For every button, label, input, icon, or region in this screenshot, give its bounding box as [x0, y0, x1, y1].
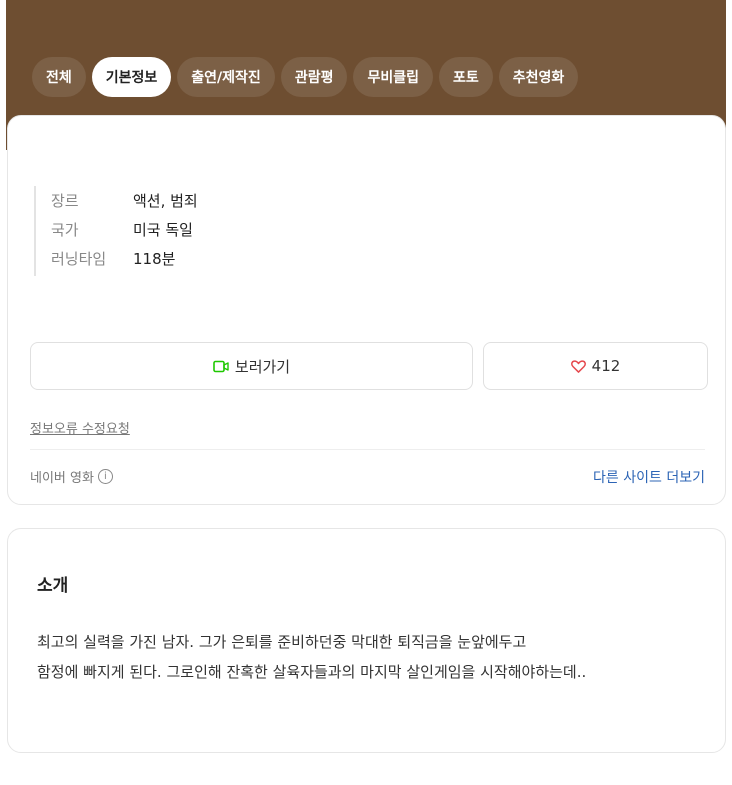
tab-recommended[interactable]: 추천영화: [498, 57, 579, 97]
other-sites-link[interactable]: 다른 사이트 더보기: [593, 467, 705, 487]
intro-text: 최고의 실력을 가진 남자. 그가 은퇴를 준비하던중 막대한 퇴직금을 눈앞에…: [37, 633, 587, 681]
info-icon[interactable]: i: [97, 469, 113, 484]
meta-row-genre: 장르 액션, 범죄: [51, 186, 198, 215]
like-count: 412: [591, 357, 621, 375]
movie-meta-list: 장르 액션, 범죄 국가 미국 독일 러닝타임 118분: [34, 186, 198, 276]
tab-reviews[interactable]: 관람평: [280, 57, 348, 97]
runtime-label: 러닝타임: [51, 250, 107, 268]
intro-title: 소개: [37, 576, 69, 596]
genre-value: 액션, 범죄: [133, 192, 198, 210]
meta-row-country: 국가 미국 독일: [51, 215, 198, 244]
tab-photos[interactable]: 포토: [438, 57, 493, 97]
tab-bar: 전체 기본정보 출연/제작진 관람평 무비클립 포토 추천영화: [32, 57, 579, 97]
tab-cast-crew[interactable]: 출연/제작진: [177, 57, 275, 97]
country-value: 미국 독일: [133, 221, 193, 239]
watch-button[interactable]: 보러가기: [30, 342, 473, 390]
heart-outline-icon: [570, 359, 586, 373]
video-camera-icon: [213, 360, 229, 373]
tab-all[interactable]: 전체: [32, 57, 86, 97]
source-name: 네이버 영화: [30, 471, 94, 486]
source-credit: 네이버 영화 i: [30, 467, 113, 486]
divider: [30, 449, 705, 450]
meta-row-runtime: 러닝타임 118분: [51, 244, 198, 273]
tab-basic-info[interactable]: 기본정보: [91, 57, 172, 97]
tab-movie-clips[interactable]: 무비클립: [353, 57, 433, 97]
basic-info-card: 장르 액션, 범죄 국가 미국 독일 러닝타임 118분 보러가기 412 정보…: [7, 115, 726, 505]
runtime-value: 118분: [133, 250, 176, 268]
intro-card: 소개 최고의 실력을 가진 남자. 그가 은퇴를 준비하던중 막대한 퇴직금을 …: [7, 528, 726, 753]
action-row: 보러가기 412: [30, 342, 708, 390]
like-button[interactable]: 412: [483, 342, 708, 390]
watch-button-label: 보러가기: [234, 357, 291, 376]
genre-label: 장르: [51, 192, 79, 210]
edit-request-link[interactable]: 정보오류 수정요청: [30, 418, 130, 437]
country-label: 국가: [51, 221, 79, 239]
